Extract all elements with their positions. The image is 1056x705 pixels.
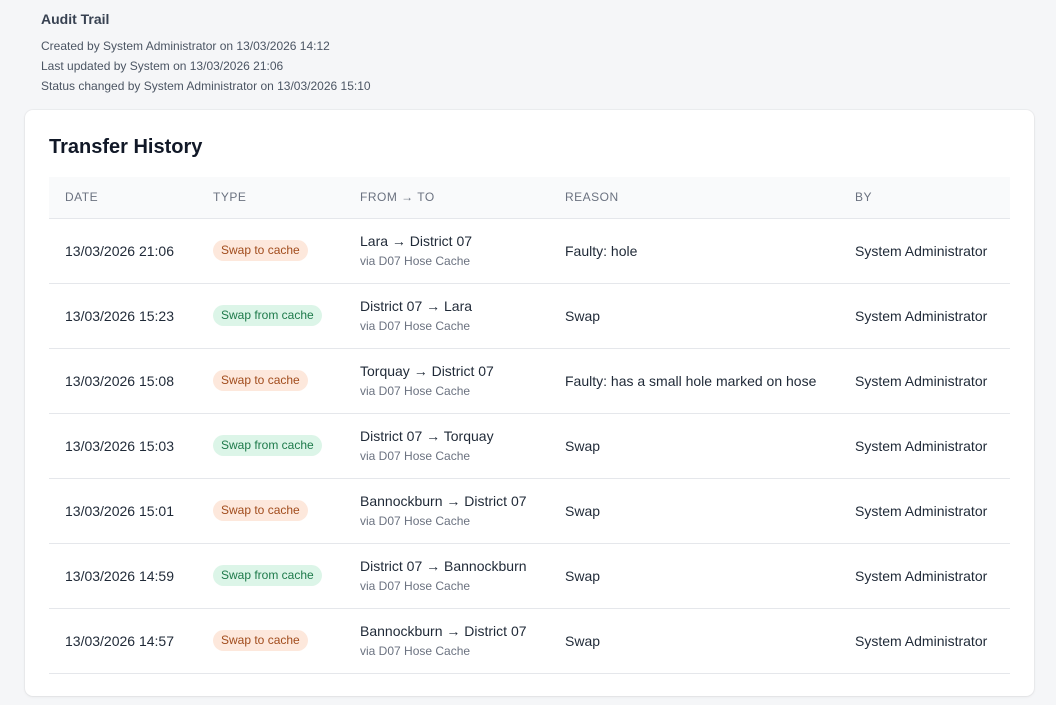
via-text: via D07 Hose Cache [360, 643, 471, 658]
cell-by: System Administrator [855, 437, 988, 454]
type-badge: Swap to cache [213, 630, 308, 651]
table-row[interactable]: 13/03/2026 15:03 Swap from cache District … [49, 413, 1010, 478]
audit-created: Created by System Administrator on 13/03… [41, 39, 330, 53]
cell-by: System Administrator [855, 307, 988, 324]
table-row[interactable]: 13/03/2026 14:57 Swap to cache Bannockburn… [49, 608, 1010, 673]
audit-status-changed: Status changed by System Administrator o… [41, 79, 371, 93]
cell-reason: Swap [565, 437, 601, 454]
transfer-history-title: Transfer History [49, 136, 203, 158]
cell-route: District 07 → Lara via D07 Hose Cache [344, 283, 549, 348]
cell-reason: Swap [565, 307, 601, 324]
transfer-history-card: Transfer History DATE TYPE FROM → TO REA… [25, 110, 1034, 696]
cell-route: District 07 → Torquay via D07 Hose Cache [344, 413, 549, 478]
route-text: Bannockburn → District 07 [360, 492, 527, 509]
table-row[interactable]: 13/03/2026 15:01 Swap to cache Bannockburn… [49, 478, 1010, 543]
cell-by: System Administrator [855, 242, 988, 259]
table-row[interactable]: 13/03/2026 14:59 Swap from cache District … [49, 543, 1010, 608]
cell-type: Swap to cache [197, 218, 344, 283]
cell-by: System Administrator [855, 502, 988, 519]
cell-date: 13/03/2026 14:59 [65, 567, 174, 584]
cell-reason: Swap [565, 567, 601, 584]
cell-route: Lara → District 07 via D07 Hose Cache [344, 218, 549, 283]
via-text: via D07 Hose Cache [360, 383, 471, 398]
cell-date: 13/03/2026 15:08 [65, 372, 174, 389]
column-header-type: TYPE [213, 190, 247, 205]
via-text: via D07 Hose Cache [360, 318, 471, 333]
cell-reason: Faulty: has a small hole marked on hose [565, 372, 817, 389]
type-badge: Swap to cache [213, 240, 308, 261]
cell-type: Swap to cache [197, 608, 344, 673]
cell-type: Swap from cache [197, 543, 344, 608]
table-row[interactable]: 13/03/2026 15:08 Swap to cache Torquay → D… [49, 348, 1010, 413]
audit-trail-title: Audit Trail [41, 11, 110, 27]
type-badge: Swap to cache [213, 370, 308, 391]
cell-type: Swap from cache [197, 413, 344, 478]
route-text: Bannockburn → District 07 [360, 622, 527, 639]
cell-by: System Administrator [855, 632, 988, 649]
cell-type: Swap from cache [197, 283, 344, 348]
cell-by: System Administrator [855, 372, 988, 389]
cell-route: Torquay → District 07 via D07 Hose Cache [344, 348, 549, 413]
transfer-history-table: DATE TYPE FROM → TO REASON BY 13/03/2026… [49, 177, 1010, 674]
via-text: via D07 Hose Cache [360, 448, 471, 463]
cell-date: 13/03/2026 15:03 [65, 437, 174, 454]
type-badge: Swap from cache [213, 305, 322, 326]
column-header-route: FROM → TO [360, 190, 435, 205]
cell-reason: Swap [565, 632, 601, 649]
cell-route: District 07 → Bannockburn via D07 Hose Ca… [344, 543, 549, 608]
route-text: Torquay → District 07 [360, 362, 494, 379]
cell-reason: Swap [565, 502, 601, 519]
cell-route: Bannockburn → District 07 via D07 Hose Ca… [344, 478, 549, 543]
table-body: 13/03/2026 21:06 Swap to cache Lara → Dist… [49, 218, 1010, 673]
cell-date: 13/03/2026 14:57 [65, 632, 174, 649]
cell-type: Swap to cache [197, 348, 344, 413]
column-header-reason: REASON [565, 190, 619, 205]
via-text: via D07 Hose Cache [360, 578, 471, 593]
type-badge: Swap from cache [213, 435, 322, 456]
cell-date: 13/03/2026 15:01 [65, 502, 174, 519]
type-badge: Swap from cache [213, 565, 322, 586]
cell-route: Bannockburn → District 07 via D07 Hose Ca… [344, 608, 549, 673]
via-text: via D07 Hose Cache [360, 513, 471, 528]
cell-type: Swap to cache [197, 478, 344, 543]
cell-date: 13/03/2026 15:23 [65, 307, 174, 324]
table-header: DATE TYPE FROM → TO REASON BY [49, 177, 1010, 218]
route-text: District 07 → Torquay [360, 427, 494, 444]
column-header-date: DATE [65, 190, 99, 205]
audit-updated: Last updated by System on 13/03/2026 21:… [41, 59, 284, 73]
column-header-by: BY [855, 190, 873, 205]
route-text: District 07 → Lara [360, 297, 473, 314]
table-row[interactable]: 13/03/2026 15:23 Swap from cache District … [49, 283, 1010, 348]
route-text: Lara → District 07 [360, 232, 473, 249]
type-badge: Swap to cache [213, 500, 308, 521]
table-row[interactable]: 13/03/2026 21:06 Swap to cache Lara → Dist… [49, 218, 1010, 283]
cell-date: 13/03/2026 21:06 [65, 242, 174, 259]
via-text: via D07 Hose Cache [360, 253, 471, 268]
audit-trail: Audit Trail Created by System Administra… [41, 11, 371, 96]
cell-reason: Faulty: hole [565, 242, 638, 259]
route-text: District 07 → Bannockburn [360, 557, 527, 574]
cell-by: System Administrator [855, 567, 988, 584]
